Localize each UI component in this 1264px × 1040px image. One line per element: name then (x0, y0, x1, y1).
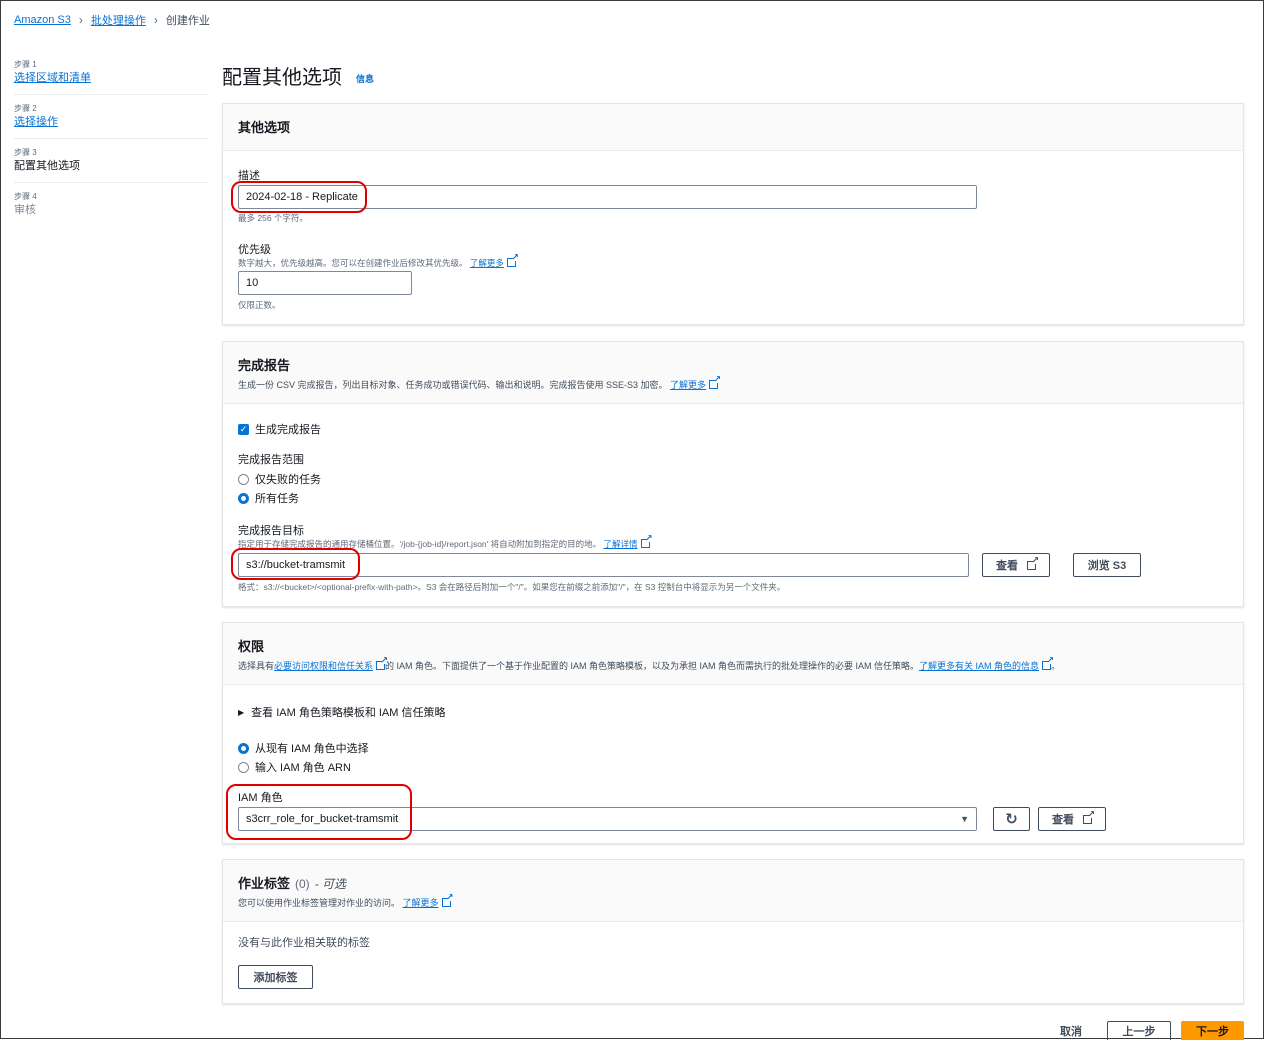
container-header: 其他选项 (223, 104, 1243, 151)
checkbox-checked-icon[interactable]: ✓ (238, 423, 249, 435)
required-access-link[interactable]: 必要访问权限和信任关系 (274, 661, 373, 671)
add-tag-button[interactable]: 添加标签 (238, 965, 313, 989)
optional-label: - 可选 (314, 877, 347, 891)
step-number: 步骤 3 (14, 148, 37, 157)
step-link-choose-region[interactable]: 选择区域和清单 (14, 71, 209, 86)
next-button[interactable]: 下一步 (1181, 1021, 1244, 1040)
highlight-report-destination (231, 548, 360, 580)
external-link-icon (709, 374, 721, 389)
radio-button-selected[interactable] (238, 742, 249, 754)
iam-policy-expander[interactable]: ▶ 查看 IAM 角色策略模板和 IAM 信任策略 (238, 704, 446, 720)
external-link-icon (1027, 555, 1039, 570)
radio-enter-role-arn[interactable]: 输入 IAM 角色 ARN (238, 759, 351, 775)
priority-label: 优先级 (238, 244, 271, 256)
generate-report-label: 生成完成报告 (255, 424, 321, 436)
breadcrumb: Amazon S3 › 批处理操作 › 创建作业 (14, 12, 210, 28)
view-report-destination-button[interactable]: 查看 (982, 553, 1050, 577)
external-link-icon (1083, 809, 1095, 824)
breadcrumb-batch-operations[interactable]: 批处理操作 (91, 12, 146, 28)
container-title: 作业标签 (238, 876, 291, 891)
step-review: 审核 (14, 204, 36, 216)
priority-input[interactable]: 10 (238, 271, 412, 295)
other-options-container: 其他选项 描述 2024-02-18 - Replicate 最多 256 个字… (222, 103, 1244, 325)
page-title: 配置其他选项 (222, 67, 342, 89)
container-header: 作业标签 (0) - 可选 您可以使用作业标签管理对作业的访问。 了解更多 (223, 860, 1243, 922)
format-hint: 格式：s3://<bucket>/<optional-prefix-with-p… (238, 582, 786, 592)
learn-details-link[interactable]: 了解详情 (604, 539, 638, 549)
chevron-right-icon: › (78, 13, 83, 27)
learn-more-link[interactable]: 了解更多 (670, 380, 706, 390)
wizard-step-4: 步骤 4 审核 (14, 191, 209, 226)
step-number: 步骤 1 (14, 60, 37, 69)
step-current-configure: 配置其他选项 (14, 160, 80, 172)
external-link-icon (640, 533, 653, 548)
container-header: 完成报告 生成一份 CSV 完成报告，列出目标对象、任务成功或错误代码、输出和说… (223, 342, 1243, 404)
refresh-roles-button[interactable]: ↻ (993, 807, 1030, 831)
priority-hint: 数字越大，优先级越高。您可以在创建作业后修改其优先级。 了解更多 (238, 252, 519, 269)
container-header: 权限 选择具有必要访问权限和信任关系的 IAM 角色。下面提供了一个基于作业配置… (223, 623, 1243, 685)
container-description: 选择具有必要访问权限和信任关系的 IAM 角色。下面提供了一个基于作业配置的 I… (238, 655, 1228, 672)
caret-right-icon: ▶ (238, 707, 245, 717)
caret-down-icon: ▼ (960, 814, 969, 824)
wizard-step-2: 步骤 2 选择操作 (14, 103, 209, 139)
info-link[interactable]: 信息 (356, 72, 374, 85)
external-link-icon (506, 252, 519, 267)
generate-report-checkbox-row[interactable]: ✓ 生成完成报告 (238, 421, 321, 437)
step-number: 步骤 2 (14, 104, 37, 113)
external-link-icon (376, 655, 388, 670)
learn-more-link[interactable]: 了解更多 (470, 258, 504, 268)
container-description: 生成一份 CSV 完成报告，列出目标对象、任务成功或错误代码、输出和说明。完成报… (238, 374, 1228, 391)
view-role-button[interactable]: 查看 (1038, 807, 1106, 831)
container-title: 权限 (238, 639, 265, 654)
learn-more-iam-link[interactable]: 了解更多有关 IAM 角色的信息 (919, 661, 1039, 671)
chevron-right-icon: › (153, 13, 158, 27)
tag-count: (0) (295, 877, 310, 891)
priority-constraint: 仅限正数。 (238, 300, 281, 310)
wizard-steps-nav: 步骤 1 选择区域和清单 步骤 2 选择操作 步骤 3 配置其他选项 步骤 4 … (14, 59, 209, 234)
radio-button[interactable] (238, 473, 249, 485)
completion-report-container: 完成报告 生成一份 CSV 完成报告，列出目标对象、任务成功或错误代码、输出和说… (222, 341, 1244, 607)
job-tags-container: 作业标签 (0) - 可选 您可以使用作业标签管理对作业的访问。 了解更多 没有… (222, 859, 1244, 1004)
browse-s3-button[interactable]: 浏览 S3 (1073, 553, 1141, 577)
report-scope-label: 完成报告范围 (238, 454, 304, 466)
step-link-choose-operation[interactable]: 选择操作 (14, 115, 209, 130)
previous-button[interactable]: 上一步 (1107, 1021, 1171, 1040)
container-description: 您可以使用作业标签管理对作业的访问。 了解更多 (238, 892, 1228, 909)
breadcrumb-current: 创建作业 (165, 15, 210, 27)
highlight-description (231, 181, 367, 213)
step-number: 步骤 4 (14, 192, 37, 201)
container-title: 完成报告 (238, 358, 291, 373)
wizard-step-1: 步骤 1 选择区域和清单 (14, 59, 209, 95)
external-link-icon (441, 892, 454, 907)
cancel-button[interactable]: 取消 (1046, 1021, 1096, 1040)
radio-failed-tasks[interactable]: 仅失败的任务 (238, 471, 321, 487)
radio-choose-existing-role[interactable]: 从现有 IAM 角色中选择 (238, 740, 369, 756)
wizard-step-3: 步骤 3 配置其他选项 (14, 147, 209, 183)
breadcrumb-amazon-s3[interactable]: Amazon S3 (14, 14, 71, 26)
radio-button-selected[interactable] (238, 492, 249, 504)
refresh-icon: ↻ (1005, 811, 1018, 828)
highlight-iam-role (226, 784, 412, 840)
description-hint: 最多 256 个字符。 (238, 213, 308, 223)
external-link-icon (1042, 655, 1054, 670)
container-title: 其他选项 (238, 120, 291, 135)
radio-all-tasks[interactable]: 所有任务 (238, 490, 299, 506)
priority-value: 10 (246, 277, 259, 289)
no-tags-message: 没有与此作业相关联的标签 (238, 937, 370, 949)
learn-more-link[interactable]: 了解更多 (403, 898, 439, 908)
radio-button[interactable] (238, 761, 249, 773)
report-destination-label: 完成报告目标 (238, 525, 304, 537)
container-title-row: 作业标签 (0) - 可选 (238, 873, 1228, 892)
